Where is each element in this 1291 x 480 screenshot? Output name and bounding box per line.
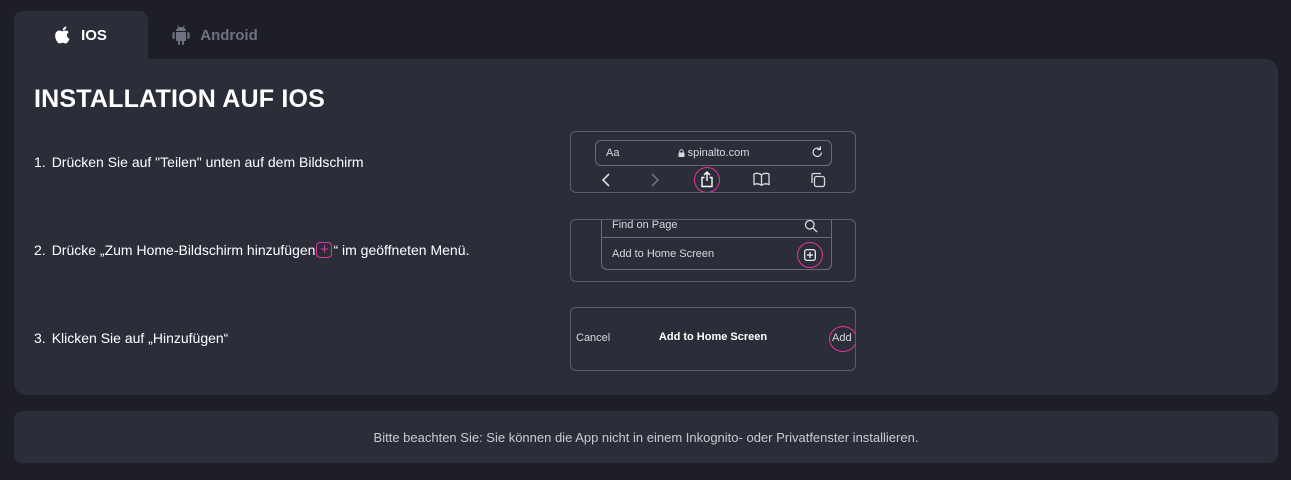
forward-icon xyxy=(651,173,660,187)
dialog-add: Add xyxy=(832,332,852,344)
share-menu: Find on Page Add to Home Screen xyxy=(601,219,832,270)
step-number: 3. xyxy=(34,330,46,346)
note-text: Bitte beachten Sie: Sie können die App n… xyxy=(373,429,919,445)
platform-tabs: IOS Android xyxy=(14,11,282,59)
url-host: spinalto.com xyxy=(596,147,831,159)
apple-icon xyxy=(55,26,70,44)
step-text-after: “ im geöffneten Menü. xyxy=(333,242,470,258)
tab-android-label: Android xyxy=(200,26,258,44)
menu-item-add-to-home: Add to Home Screen xyxy=(612,248,715,260)
android-icon xyxy=(172,25,190,45)
tab-ios[interactable]: IOS xyxy=(14,11,148,59)
dialog-preview-card: Cancel Add to Home Screen Add xyxy=(570,307,856,371)
browser-toolbar xyxy=(571,167,855,192)
share-icon xyxy=(701,171,713,188)
menu-preview-card: Find on Page Add to Home Screen xyxy=(570,219,856,282)
dialog-title: Add to Home Screen xyxy=(658,331,768,343)
menu-divider xyxy=(602,237,831,238)
back-icon xyxy=(601,173,610,187)
add-square-icon xyxy=(804,249,816,261)
installation-panel: INSTALLATION AUF IOS 1. Drücken Sie auf … xyxy=(14,59,1278,395)
browser-preview-card: Aa spinalto.com xyxy=(570,131,856,193)
plus-square-icon: + xyxy=(316,242,333,258)
step-number: 2. xyxy=(34,242,46,258)
step-text: Drücken Sie auf "Teilen" unten auf dem B… xyxy=(51,154,364,170)
step-3: 3. Klicken Sie auf „Hinzufügen“ xyxy=(34,330,228,346)
step-1: 1. Drücken Sie auf "Teilen" unten auf de… xyxy=(34,154,364,170)
page-title: INSTALLATION AUF IOS xyxy=(34,85,326,113)
step-text-before: Drücke „Zum Home-Bildschirm hinzufügen xyxy=(51,242,316,258)
tabs-icon xyxy=(811,172,826,188)
search-icon xyxy=(804,220,818,233)
step-2: 2. Drücke „Zum Home-Bildschirm hinzufüge… xyxy=(34,242,469,258)
menu-item-find-on-page: Find on Page xyxy=(612,219,678,231)
incognito-note: Bitte beachten Sie: Sie können die App n… xyxy=(14,411,1278,463)
bookmarks-icon xyxy=(753,172,770,187)
step-text: Klicken Sie auf „Hinzufügen“ xyxy=(51,330,229,346)
tab-ios-label: IOS xyxy=(81,26,107,44)
url-bar: Aa spinalto.com xyxy=(595,140,832,166)
reload-icon xyxy=(812,146,823,158)
tab-android[interactable]: Android xyxy=(148,11,282,59)
url-host-text: spinalto.com xyxy=(687,147,750,159)
lock-icon xyxy=(678,149,685,157)
step-number: 1. xyxy=(34,154,46,170)
